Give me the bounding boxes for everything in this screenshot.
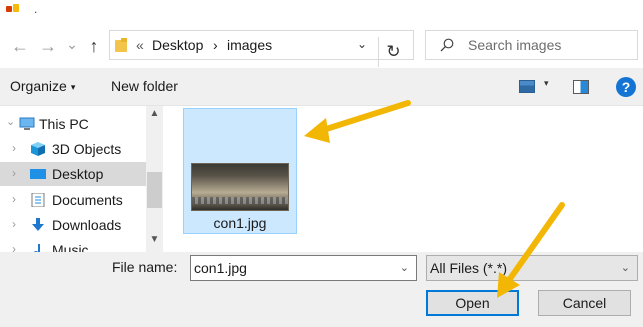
expand-chevron-icon[interactable]: ›	[12, 217, 16, 231]
app-icon	[6, 2, 20, 14]
sidebar-item-desktop[interactable]: › Desktop	[0, 162, 146, 186]
navigation-bar: ← → ⌄ ↑ « Desktop › images ⌄ ↻ Search im…	[0, 24, 643, 68]
dialog-footer: File name: con1.jpg ⌄ All Files (*.*) ⌄ …	[0, 252, 643, 327]
sidebar-item-label: Desktop	[52, 166, 104, 182]
cube-icon	[31, 142, 45, 156]
breadcrumb-desktop[interactable]: Desktop	[152, 37, 203, 53]
open-button[interactable]: Open	[426, 290, 519, 316]
sidebar-item-this-pc[interactable]: ⌄ This PC	[0, 112, 146, 136]
file-item[interactable]: con1.jpg	[183, 108, 297, 234]
file-list: con1.jpg	[165, 106, 643, 252]
title-bar: .	[0, 0, 643, 22]
computer-icon	[19, 117, 35, 130]
sidebar-item-3d-objects[interactable]: › 3D Objects	[0, 137, 146, 161]
folder-icon	[115, 38, 127, 52]
image-thumbnail	[191, 163, 289, 211]
organize-button[interactable]: Organize ▾	[10, 78, 75, 94]
scroll-up-icon[interactable]: ▲	[146, 108, 163, 119]
breadcrumb-separator[interactable]: ›	[213, 37, 218, 53]
up-arrow-icon[interactable]: ↑	[84, 36, 104, 56]
forward-arrow-icon[interactable]: →	[38, 36, 58, 56]
sidebar-scrollbar[interactable]: ▲ ▼	[146, 106, 163, 252]
window-title: .	[34, 2, 38, 16]
desktop-icon	[30, 169, 46, 179]
view-dropdown-icon[interactable]: ▾	[544, 78, 549, 89]
download-icon	[32, 218, 44, 231]
scrollbar-thumb[interactable]	[147, 172, 162, 208]
recent-locations-chevron-icon[interactable]: ⌄	[62, 34, 82, 54]
document-icon	[31, 193, 45, 207]
sidebar-item-label: Downloads	[52, 217, 122, 233]
help-icon[interactable]: ?	[616, 77, 636, 97]
back-arrow-icon[interactable]: ←	[10, 36, 30, 56]
expand-chevron-icon[interactable]: ›	[12, 192, 16, 206]
breadcrumb-overflow[interactable]: «	[136, 37, 144, 53]
organize-label: Organize	[10, 78, 67, 94]
file-name-input[interactable]: con1.jpg ⌄	[190, 255, 417, 281]
address-bar[interactable]: « Desktop › images ⌄ ↻	[109, 30, 414, 67]
new-folder-button[interactable]: New folder	[111, 78, 178, 94]
file-name-label: File name:	[112, 259, 178, 275]
file-name-value: con1.jpg	[194, 260, 247, 276]
expand-chevron-icon[interactable]: ⌄	[6, 115, 15, 128]
file-name-dropdown-icon[interactable]: ⌄	[400, 261, 409, 274]
sidebar-item-downloads[interactable]: › Downloads	[0, 213, 146, 237]
search-input[interactable]: Search images	[468, 37, 561, 53]
sidebar-item-documents[interactable]: › Documents	[0, 188, 146, 212]
file-name-label: con1.jpg	[213, 215, 267, 231]
search-icon	[440, 38, 454, 52]
file-type-dropdown-icon[interactable]: ⌄	[621, 261, 630, 274]
refresh-icon[interactable]: ↻	[378, 37, 408, 67]
sidebar-item-label: Documents	[52, 192, 123, 208]
expand-chevron-icon[interactable]: ›	[12, 166, 16, 180]
file-type-value: All Files (*.*)	[430, 260, 508, 276]
view-options-icon[interactable]	[519, 80, 535, 93]
command-toolbar: Organize ▾ New folder ▾ ?	[0, 68, 643, 106]
navigation-pane: ⌄ This PC › 3D Objects › Desktop › Docum…	[0, 106, 165, 258]
breadcrumb-images[interactable]: images	[227, 37, 272, 53]
search-box[interactable]: Search images	[425, 30, 638, 60]
scroll-down-icon[interactable]: ▼	[146, 234, 163, 245]
file-type-filter[interactable]: All Files (*.*) ⌄	[426, 255, 638, 281]
expand-chevron-icon[interactable]: ›	[12, 141, 16, 155]
cancel-button[interactable]: Cancel	[538, 290, 631, 316]
sidebar-item-label: 3D Objects	[52, 141, 122, 157]
preview-pane-icon[interactable]	[573, 80, 589, 94]
sidebar-item-label: This PC	[39, 116, 89, 132]
organize-dropdown-icon: ▾	[70, 81, 76, 92]
address-dropdown-icon[interactable]: ⌄	[357, 37, 367, 51]
